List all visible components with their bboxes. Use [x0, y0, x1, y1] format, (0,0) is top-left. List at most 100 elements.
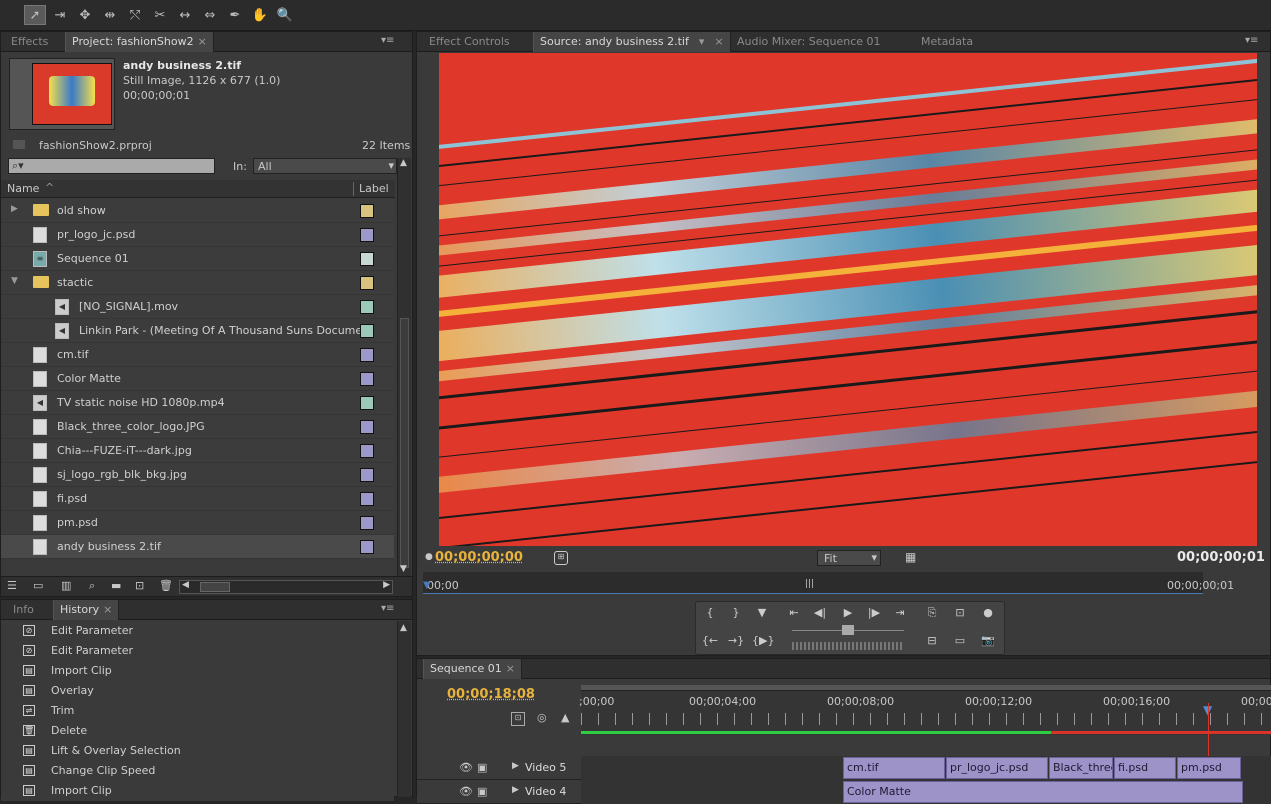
project-item[interactable]: ≡ Sequence 01	[1, 247, 394, 271]
history-item[interactable]: ▤ Overlay	[1, 681, 394, 701]
project-item[interactable]: ▼ stactic	[1, 271, 394, 295]
tab-history[interactable]: History ×	[53, 600, 120, 620]
project-item[interactable]: Chia---FUZE-iT---dark.jpg	[1, 439, 394, 463]
output-button[interactable]: ⊟	[922, 632, 942, 650]
insert-button[interactable]: ⎘	[922, 604, 942, 622]
label-color-swatch[interactable]	[360, 204, 374, 218]
zoom-tool-icon[interactable]: 🔍	[274, 5, 296, 25]
pen-tool-icon[interactable]: ✒	[224, 5, 246, 25]
export-frame-button[interactable]: 📷	[978, 632, 998, 650]
label-color-swatch[interactable]	[360, 324, 374, 338]
trash-icon[interactable]: 🗑	[159, 579, 173, 592]
clear-out-button[interactable]: →}	[726, 632, 746, 650]
source-video-frame[interactable]	[439, 53, 1257, 546]
slide-tool-icon[interactable]: ⇔	[199, 5, 221, 25]
jog-wheel[interactable]	[792, 642, 904, 650]
icon-view-icon[interactable]: ▭	[33, 579, 43, 592]
go-to-out-button[interactable]: ⇥	[890, 604, 910, 622]
project-item[interactable]: andy business 2.tif	[1, 535, 394, 559]
hand-tool-icon[interactable]: ✋	[249, 5, 271, 25]
tab-project[interactable]: Project: fashionShow2 ×	[65, 32, 214, 52]
list-view-icon[interactable]: ☰	[7, 579, 17, 592]
eye-icon[interactable]: 👁	[459, 785, 473, 798]
new-item-icon[interactable]: ⊡	[135, 579, 144, 592]
step-back-button[interactable]: ◀|	[810, 604, 830, 622]
mark-in-button[interactable]: {	[700, 604, 720, 622]
history-item[interactable]: ⊘ Edit Parameter	[1, 641, 394, 661]
scroll-thumb[interactable]	[400, 318, 409, 568]
in-select[interactable]: All ▾	[253, 158, 397, 174]
label-color-swatch[interactable]	[360, 492, 374, 506]
shuttle-slider[interactable]	[792, 625, 904, 638]
project-item[interactable]: Color Matte	[1, 367, 394, 391]
history-item[interactable]: ▤ Import Clip	[1, 781, 394, 801]
label-color-swatch[interactable]	[360, 372, 374, 386]
history-item[interactable]: 🗑 Delete	[1, 721, 394, 741]
close-icon[interactable]: ×	[103, 603, 112, 616]
project-item[interactable]: ◀ Linkin Park - (Meeting Of A Thousand Su…	[1, 319, 394, 343]
play-in-to-out-button[interactable]: {▶}	[752, 632, 774, 650]
rolling-edit-tool-icon[interactable]: ⇹	[99, 5, 121, 25]
razor-tool-icon[interactable]: ✂	[149, 5, 171, 25]
project-item[interactable]: Black_three_color_logo.JPG	[1, 415, 394, 439]
toggle-audio-video-button[interactable]: ●	[978, 604, 998, 622]
tab-metadata[interactable]: Metadata	[915, 32, 979, 52]
panel-menu-icon[interactable]: ▾≡	[1245, 35, 1258, 46]
tab-source[interactable]: Source: andy business 2.tif ▾ ×	[533, 32, 731, 52]
project-item[interactable]: pr_logo_jc.psd	[1, 223, 394, 247]
column-label[interactable]: Label	[359, 182, 389, 195]
expand-track-icon[interactable]: ▶	[512, 785, 519, 795]
project-item[interactable]: ◀ [NO_SIGNAL].mov	[1, 295, 394, 319]
safe-margins-icon[interactable]: ⊞	[554, 551, 568, 565]
label-color-swatch[interactable]	[360, 540, 374, 554]
new-bin-icon[interactable]: ▬	[111, 579, 121, 592]
fit-select[interactable]: Fit ▾	[817, 550, 881, 566]
tab-audio-mixer[interactable]: Audio Mixer: Sequence 01	[731, 32, 887, 52]
snap-icon[interactable]: ⊡	[511, 712, 525, 726]
close-icon[interactable]: ×	[506, 662, 515, 675]
sync-lock-icon[interactable]: ▣	[477, 761, 487, 774]
label-color-swatch[interactable]	[360, 444, 374, 458]
close-icon[interactable]: ×	[198, 35, 207, 48]
step-forward-button[interactable]: |▶	[864, 604, 884, 622]
tab-effect-controls[interactable]: Effect Controls	[423, 32, 516, 52]
drag-video-button[interactable]: ▭	[950, 632, 970, 650]
scroll-up-icon[interactable]: ▲	[400, 158, 407, 168]
timeline-clip[interactable]: Color Matte	[843, 781, 1243, 803]
project-item[interactable]: cm.tif	[1, 343, 394, 367]
history-item[interactable]: ⇌ Trim	[1, 701, 394, 721]
history-item[interactable]: ▤ Change Clip Speed	[1, 761, 394, 781]
project-item[interactable]: sj_logo_rgb_blk_bkg.jpg	[1, 463, 394, 487]
timeline-clip[interactable]: fi.psd	[1114, 757, 1176, 779]
sync-lock-icon[interactable]: ▣	[477, 785, 487, 798]
ripple-edit-tool-icon[interactable]: ✥	[74, 5, 96, 25]
mark-out-button[interactable]: }	[726, 604, 746, 622]
clear-in-button[interactable]: {←	[700, 632, 720, 650]
panel-menu-icon[interactable]: ▾≡	[381, 35, 394, 46]
slip-tool-icon[interactable]: ↔	[174, 5, 196, 25]
panel-menu-icon[interactable]: ▾≡	[381, 603, 394, 614]
search-input[interactable]: ⌕▾	[8, 158, 215, 174]
label-color-swatch[interactable]	[360, 228, 374, 242]
project-item[interactable]: ▶ old show	[1, 199, 394, 223]
play-button[interactable]: ▶	[838, 604, 858, 622]
scroll-down-icon[interactable]: ▼	[400, 564, 407, 574]
timeline-timecode[interactable]: 00;00;18;08	[447, 687, 535, 702]
collapse-triangle-icon[interactable]: ▼	[11, 276, 18, 286]
timeline-clip[interactable]: Black_three	[1049, 757, 1113, 779]
history-item[interactable]: ⊘ Edit Parameter	[1, 621, 394, 641]
label-color-swatch[interactable]	[360, 252, 374, 266]
horizontal-scrollbar[interactable]: ◀ ▶	[179, 580, 393, 594]
expand-track-icon[interactable]: ▶	[512, 761, 519, 771]
column-name[interactable]: Name	[7, 182, 39, 195]
label-color-swatch[interactable]	[360, 516, 374, 530]
playhead-marker[interactable]: ▼	[423, 580, 431, 591]
timeline-clip[interactable]: pm.psd	[1177, 757, 1241, 779]
timeline-ruler[interactable]: ;00;00 00;00;04;00 00;00;08;00 00;00;12;00 0…	[579, 685, 1271, 735]
overlay-button[interactable]: ⊡	[950, 604, 970, 622]
close-icon[interactable]: ×	[714, 35, 723, 48]
scroll-up-icon[interactable]: ▲	[400, 623, 407, 633]
go-to-in-button[interactable]: ⇤	[784, 604, 804, 622]
tab-sequence[interactable]: Sequence 01 ×	[423, 659, 522, 679]
label-color-swatch[interactable]	[360, 468, 374, 482]
